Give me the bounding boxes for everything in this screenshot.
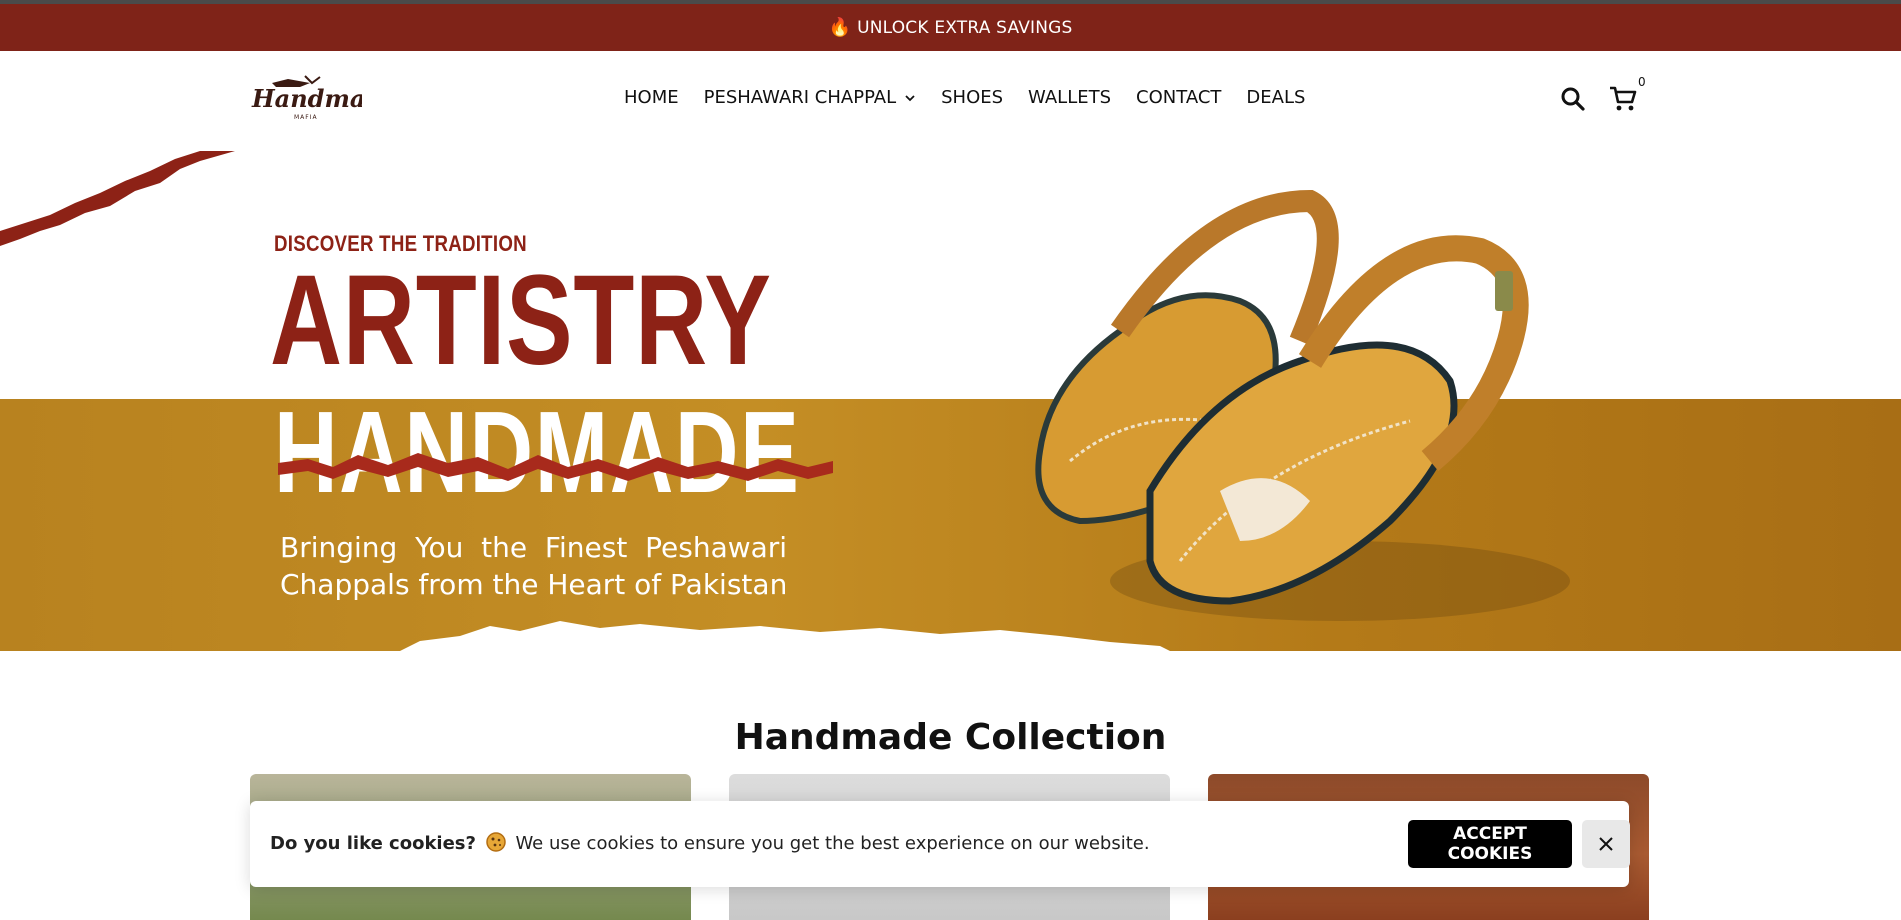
cookie-description: We use cookies to ensure you get the bes… xyxy=(515,833,1150,854)
announcement-text: UNLOCK EXTRA SAVINGS xyxy=(857,17,1073,38)
cookie-question: Do you like cookies? xyxy=(270,833,476,854)
cart-icon[interactable] xyxy=(1608,84,1638,114)
announcement-bar[interactable]: 🔥 UNLOCK EXTRA SAVINGS xyxy=(0,4,1901,51)
nav-wallets[interactable]: WALLETS xyxy=(1028,87,1111,108)
scribble-stroke-decoration xyxy=(278,453,833,481)
hero-title-artistry: ARTISTRY xyxy=(270,249,772,392)
nav-shoes[interactable]: SHOES xyxy=(941,87,1003,108)
nav-peshawari-chappal[interactable]: PESHAWARI CHAPPAL xyxy=(704,87,917,108)
nav-home[interactable]: HOME xyxy=(624,87,679,108)
site-header: Handmade MAFIA HOME PESHAWARI CHAPPAL SH… xyxy=(0,51,1901,151)
accept-cookies-button[interactable]: ACCEPT COOKIES xyxy=(1408,820,1572,868)
nav-deals-label: DEALS xyxy=(1246,87,1306,108)
hero-banner[interactable]: DISCOVER THE TRADITION ARTISTRY HANDMADE… xyxy=(0,151,1901,651)
nav-shoes-label: SHOES xyxy=(941,87,1004,108)
handmade-logo[interactable]: Handmade MAFIA xyxy=(250,73,362,123)
hero-subtitle-line1: Bringing You the Finest Peshawari xyxy=(280,531,788,564)
nav-home-label: HOME xyxy=(624,87,679,108)
close-icon xyxy=(1599,837,1613,851)
search-icon[interactable] xyxy=(1560,86,1586,112)
close-cookie-button[interactable] xyxy=(1582,820,1630,868)
cookie-icon xyxy=(485,832,506,852)
chevron-down-icon xyxy=(905,94,915,101)
fire-icon: 🔥 xyxy=(828,17,852,38)
cart-count-badge: 0 xyxy=(1638,75,1646,89)
nav-contact-label: CONTACT xyxy=(1136,87,1222,108)
cookie-message: Do you like cookies? We use cookies to e… xyxy=(270,832,1150,854)
nav-deals[interactable]: DEALS xyxy=(1246,87,1305,108)
collection-title: Handmade Collection xyxy=(734,716,1167,758)
torn-paper-bottom xyxy=(400,621,1170,651)
nav-contact[interactable]: CONTACT xyxy=(1136,87,1221,108)
hero-subtitle: Bringing You the Finest Peshawari Chappa… xyxy=(280,529,840,603)
main-nav: HOME PESHAWARI CHAPPAL SHOES WALLETS CON… xyxy=(624,87,1330,108)
peshawari-sandals-image xyxy=(1035,189,1570,621)
nav-peshawari-chappal-label: PESHAWARI CHAPPAL xyxy=(703,87,897,108)
cookie-banner: Do you like cookies? We use cookies to e… xyxy=(250,801,1630,887)
hero-subtitle-line2: Chappals from the Heart of Pakistan xyxy=(280,568,788,601)
svg-text:Handmade: Handmade xyxy=(251,84,362,113)
torn-paper-decoration xyxy=(0,151,235,246)
nav-wallets-label: WALLETS xyxy=(1028,87,1112,108)
svg-text:MAFIA: MAFIA xyxy=(294,114,318,121)
